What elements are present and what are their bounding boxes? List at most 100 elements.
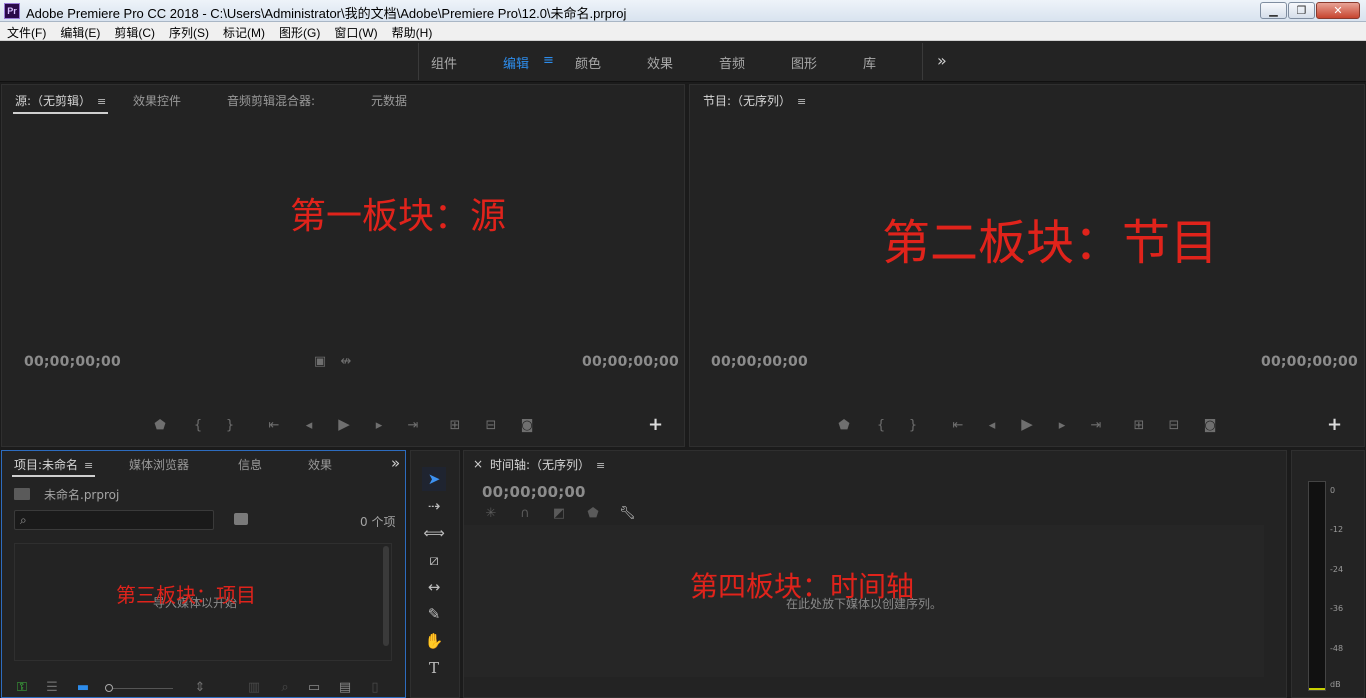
tab-source[interactable]: 源:（无剪辑） ≡ [13,92,109,114]
mark-out-icon[interactable]: } [222,419,238,432]
settings-wrench-icon[interactable]: 🔧︎ [619,507,636,520]
extract-icon[interactable]: ⊟ [1166,419,1182,432]
button-editor-icon[interactable]: + [648,414,663,435]
mark-in-icon[interactable]: { [190,419,206,432]
workspace-tab-libraries[interactable]: 库 [863,53,876,72]
pen-tool-icon[interactable]: ✎ [422,602,446,626]
lift-icon[interactable]: ⊞ [1131,419,1147,432]
drag-audio-icon[interactable]: ↮ [338,355,354,368]
trash-icon[interactable]: ▯ [367,681,383,694]
workspace-menu-icon[interactable]: ≡ [543,53,554,68]
step-forward-icon[interactable]: ▸ [1054,419,1070,432]
close-icon: ✕ [1333,4,1343,17]
project-search-input[interactable]: ⌕ [14,510,214,530]
tab-metadata[interactable]: 元数据 [371,92,407,109]
program-timecode-playhead[interactable]: 00;00;00;00 [711,354,808,370]
panel-overflow-icon[interactable]: » [391,454,400,472]
razor-tool-icon[interactable]: ⧄ [422,548,446,572]
type-tool-icon[interactable]: T [422,656,446,680]
list-view-icon[interactable]: ☰ [44,681,60,694]
menu-file[interactable]: 文件(F) [0,22,53,40]
program-monitor-panel: 节目:（无序列） ≡ 第二板块：节目 00;00;00;00 00;00;00;0… [689,84,1365,447]
step-forward-icon[interactable]: ▸ [371,419,387,432]
mark-out-icon[interactable]: } [905,419,921,432]
panel-menu-icon[interactable]: ≡ [797,95,806,108]
hand-tool-icon[interactable]: ✋ [422,629,446,653]
tab-project[interactable]: 项目:未命名 ≡ [12,456,96,477]
menu-help[interactable]: 帮助(H) [385,22,440,40]
button-editor-icon[interactable]: + [1327,414,1342,435]
close-button[interactable]: ✕ [1316,2,1360,19]
workspace-tab-graphics[interactable]: 图形 [791,53,817,72]
sort-icon[interactable]: ⇕ [192,681,208,694]
source-timecode-in[interactable]: 00;00;00;00 [24,354,121,370]
snap-icon[interactable]: ∩ [517,507,533,520]
menu-graphics[interactable]: 图形(G) [272,22,327,40]
minimize-button[interactable]: ▁ [1260,2,1287,19]
step-back-icon[interactable]: ◂ [301,419,317,432]
export-frame-icon[interactable]: ◙ [519,419,535,432]
drag-video-icon[interactable]: ▣ [312,355,328,368]
workspace-overflow-icon[interactable]: » [937,51,947,70]
nest-icon[interactable]: ✳ [483,507,499,520]
step-back-icon[interactable]: ◂ [984,419,1000,432]
lock-icon[interactable]: ⚿ [14,681,30,694]
add-marker-icon[interactable]: ⬟ [152,419,168,432]
track-select-tool-icon[interactable]: ⇢ [422,494,446,518]
source-timecode-duration: 00;00;00;00 [582,354,679,370]
tab-info[interactable]: 信息 [238,456,262,473]
source-monitor-panel: 源:（无剪辑） ≡ 效果控件 音频剪辑混合器: 元数据 第一板块：源 00;00;… [1,84,685,447]
tab-effect-controls[interactable]: 效果控件 [133,92,181,109]
overwrite-icon[interactable]: ⊟ [483,419,499,432]
panel-menu-icon[interactable]: ≡ [84,459,93,472]
restore-button[interactable]: ❐ [1288,2,1315,19]
menu-clip[interactable]: 剪辑(C) [107,22,162,40]
zoom-slider-track[interactable] [113,688,173,689]
workspace-tab-audio[interactable]: 音频 [719,53,745,72]
panel-menu-icon[interactable]: ≡ [596,459,605,472]
mark-in-icon[interactable]: { [873,419,889,432]
project-scrollbar[interactable] [383,546,389,646]
audio-meter-bar [1308,481,1326,691]
workspace-tab-effects[interactable]: 效果 [647,53,673,72]
meter-scale-label: -36 [1330,604,1344,613]
add-marker-icon[interactable]: ⬟ [585,507,601,520]
go-to-in-icon[interactable]: ⇤ [950,419,966,432]
slip-tool-icon[interactable]: ↔ [422,575,446,599]
automate-to-sequence-icon[interactable]: ▥ [246,681,262,694]
linked-selection-icon[interactable]: ◩ [551,507,567,520]
selection-tool-icon[interactable]: ➤ [422,467,446,491]
timeline-timecode[interactable]: 00;00;00;00 [482,483,586,501]
go-to-out-icon[interactable]: ⇥ [405,419,421,432]
tab-effects[interactable]: 效果 [308,456,332,473]
find-icon[interactable]: ⌕ [277,681,293,694]
menu-sequence[interactable]: 序列(S) [162,22,216,40]
go-to-in-icon[interactable]: ⇤ [266,419,282,432]
workspace-tab-color[interactable]: 颜色 [575,53,601,72]
menu-edit[interactable]: 编辑(E) [53,22,107,40]
workspace-divider [922,43,923,80]
export-frame-icon[interactable]: ◙ [1202,419,1218,432]
menu-window[interactable]: 窗口(W) [327,22,384,40]
panel-menu-icon[interactable]: ≡ [97,95,106,108]
new-bin-icon[interactable]: ▭ [306,681,322,694]
zoom-slider-handle[interactable] [105,684,113,692]
play-icon[interactable]: ▶ [1019,417,1035,432]
ripple-edit-tool-icon[interactable]: ⟺ [422,521,446,545]
add-marker-icon[interactable]: ⬟ [836,419,852,432]
new-item-icon[interactable]: ▤ [337,681,353,694]
play-icon[interactable]: ▶ [336,417,352,432]
workspace-tab-assembly[interactable]: 组件 [431,53,457,72]
workspace-tab-editing[interactable]: 编辑 [503,53,529,72]
insert-icon[interactable]: ⊞ [447,419,463,432]
icon-view-icon[interactable]: ▬ [75,681,91,694]
close-tab-icon[interactable]: × [473,457,483,471]
menu-marker[interactable]: 标记(M) [216,22,272,40]
find-icon[interactable] [234,513,248,525]
go-to-out-icon[interactable]: ⇥ [1088,419,1104,432]
tab-program[interactable]: 节目:（无序列） ≡ [703,92,806,109]
tab-timeline[interactable]: 时间轴:（无序列） ≡ [490,456,605,473]
audio-meter-panel: 0 -12 -24 -36 -48 dB [1291,450,1365,698]
tab-media-browser[interactable]: 媒体浏览器 [129,456,189,473]
tab-audio-clip-mixer[interactable]: 音频剪辑混合器: [227,92,315,109]
